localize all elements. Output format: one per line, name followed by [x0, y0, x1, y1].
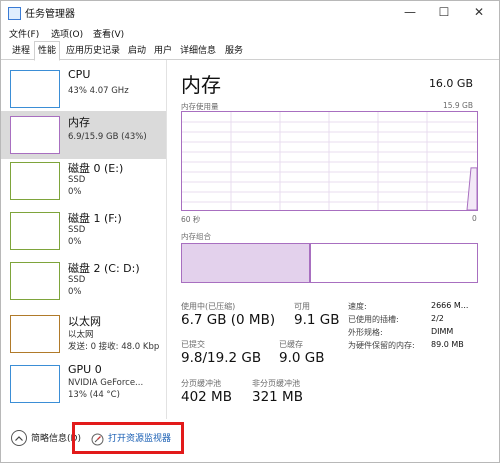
sidebar-item-type: SSD	[68, 275, 86, 285]
menu-view[interactable]: 查看(V)	[93, 27, 124, 40]
graph-gridlines	[182, 112, 477, 210]
window-title: 任务管理器	[25, 9, 75, 20]
cpu-thumbnail	[10, 70, 60, 108]
sidebar-item-usage: 0%	[68, 287, 82, 297]
sidebar-item-cpu[interactable]: CPU 43% 4.07 GHz	[1, 65, 166, 113]
committed-value: 9.8/19.2 GB	[181, 350, 262, 366]
memory-usage-graph	[181, 111, 478, 211]
nonpaged-pool-value: 321 MB	[252, 389, 303, 405]
tab-details[interactable]: 详细信息	[177, 44, 219, 59]
memory-usage-graph-svg	[182, 112, 478, 211]
total-memory: 16.0 GB	[428, 77, 473, 90]
form-factor-label: 外形规格:	[348, 328, 383, 337]
sidebar-item-label: 内存	[68, 116, 90, 129]
sidebar-item-label: 磁盘 0 (E:)	[68, 162, 124, 175]
task-manager-icon	[8, 7, 21, 20]
sidebar-item-disk-1[interactable]: 磁盘 1 (F:) SSD 0%	[1, 207, 166, 255]
tab-services[interactable]: 服务	[222, 44, 246, 59]
maximize-button[interactable]: ☐	[427, 1, 461, 23]
sidebar-item-usage: 0%	[68, 237, 82, 247]
tab-processes[interactable]: 进程	[9, 44, 33, 59]
graph-max-label: 15.9 GB	[442, 101, 473, 110]
title-bar: 任务管理器 — ☐ ✕	[1, 1, 499, 25]
sidebar-item-type: 以太网	[68, 330, 94, 340]
sidebar-item-type: SSD	[68, 225, 86, 235]
sidebar-item-usage: 0%	[68, 187, 82, 197]
memory-composition-bar	[181, 243, 478, 283]
sidebar-item-model: NVIDIA GeForce...	[68, 378, 144, 388]
menu-options[interactable]: 选项(O)	[51, 27, 83, 40]
time-span-label: 60 秒	[181, 215, 201, 224]
gpu-thumbnail	[10, 365, 60, 403]
tab-performance[interactable]: 性能	[34, 41, 61, 61]
form-factor-value: DIMM	[431, 327, 454, 336]
page-title: 内存	[181, 73, 221, 97]
menu-file[interactable]: 文件(F)	[9, 27, 39, 40]
sidebar-item-memory[interactable]: 内存 6.9/15.9 GB (43%)	[1, 111, 166, 159]
ethernet-thumbnail	[10, 315, 60, 353]
in-use-label: 使用中(已压缩)	[181, 302, 236, 311]
task-manager-window: 任务管理器 — ☐ ✕ 文件(F) 选项(O) 查看(V) 进程 性能 应用历史…	[0, 0, 500, 463]
sidebar-item-type: SSD	[68, 175, 86, 185]
slots-used-value: 2/2	[431, 314, 444, 323]
cached-value: 9.0 GB	[279, 350, 325, 366]
tab-startup[interactable]: 启动	[125, 44, 149, 59]
sidebar-item-throughput: 发送: 0 接收: 48.0 Kbp	[68, 342, 160, 352]
tab-users[interactable]: 用户	[151, 44, 175, 59]
sidebar-item-label: 磁盘 2 (C: D:)	[68, 262, 140, 275]
sidebar-item-detail: 6.9/15.9 GB (43%)	[68, 132, 147, 142]
speed-value: 2666 M...	[431, 301, 469, 310]
paged-pool-value: 402 MB	[181, 389, 232, 405]
speed-label: 速度:	[348, 302, 367, 311]
sidebar-item-disk-2[interactable]: 磁盘 2 (C: D:) SSD 0%	[1, 257, 166, 305]
sidebar-item-detail: 43% 4.07 GHz	[68, 86, 129, 96]
time-zero-label: 0	[472, 214, 477, 223]
sidebar-item-label: CPU	[68, 68, 91, 81]
composition-in-use	[182, 244, 311, 282]
committed-label: 已提交	[181, 340, 205, 349]
resource-monitor-icon[interactable]	[91, 431, 104, 446]
slots-used-label: 已使用的插槽:	[348, 315, 399, 324]
open-resource-monitor-link[interactable]: 打开资源监视器	[108, 431, 171, 444]
available-value: 9.1 GB	[294, 312, 340, 328]
paged-pool-label: 分页缓冲池	[181, 379, 221, 388]
resource-list: CPU 43% 4.07 GHz 内存 6.9/15.9 GB (43%) 磁盘…	[1, 60, 167, 419]
footer-bar: 简略信息(D) 打开资源监视器	[1, 419, 499, 462]
memory-thumbnail	[10, 116, 60, 154]
available-label: 可用	[294, 302, 310, 311]
disk-thumbnail	[10, 262, 60, 300]
hardware-reserved-label: 为硬件保留的内存:	[348, 341, 415, 350]
sidebar-item-disk-0[interactable]: 磁盘 0 (E:) SSD 0%	[1, 157, 166, 205]
nonpaged-pool-label: 非分页缓冲池	[252, 379, 300, 388]
sidebar-item-usage: 13% (44 °C)	[68, 390, 120, 400]
disk-thumbnail	[10, 212, 60, 250]
close-button[interactable]: ✕	[462, 1, 496, 23]
hardware-reserved-value: 89.0 MB	[431, 340, 464, 349]
disk-thumbnail	[10, 162, 60, 200]
sidebar-item-ethernet[interactable]: 以太网 以太网 发送: 0 接收: 48.0 Kbp	[1, 310, 166, 358]
memory-usage-area	[466, 167, 478, 211]
sidebar-item-label: 以太网	[68, 315, 101, 328]
menu-bar: 文件(F) 选项(O) 查看(V)	[1, 25, 499, 41]
chevron-up-icon[interactable]	[11, 430, 27, 446]
sidebar-item-label: 磁盘 1 (F:)	[68, 212, 122, 225]
sidebar-item-label: GPU 0	[68, 363, 102, 376]
tab-bar: 进程 性能 应用历史记录 启动 用户 详细信息 服务	[1, 41, 499, 61]
cached-label: 已缓存	[279, 340, 303, 349]
sidebar-item-gpu[interactable]: GPU 0 NVIDIA GeForce... 13% (44 °C)	[1, 360, 166, 408]
composition-label: 内存组合	[181, 232, 211, 241]
minimize-button[interactable]: —	[393, 1, 427, 23]
tab-app-history[interactable]: 应用历史记录	[63, 44, 123, 59]
in-use-value: 6.7 GB (0 MB)	[181, 312, 276, 328]
